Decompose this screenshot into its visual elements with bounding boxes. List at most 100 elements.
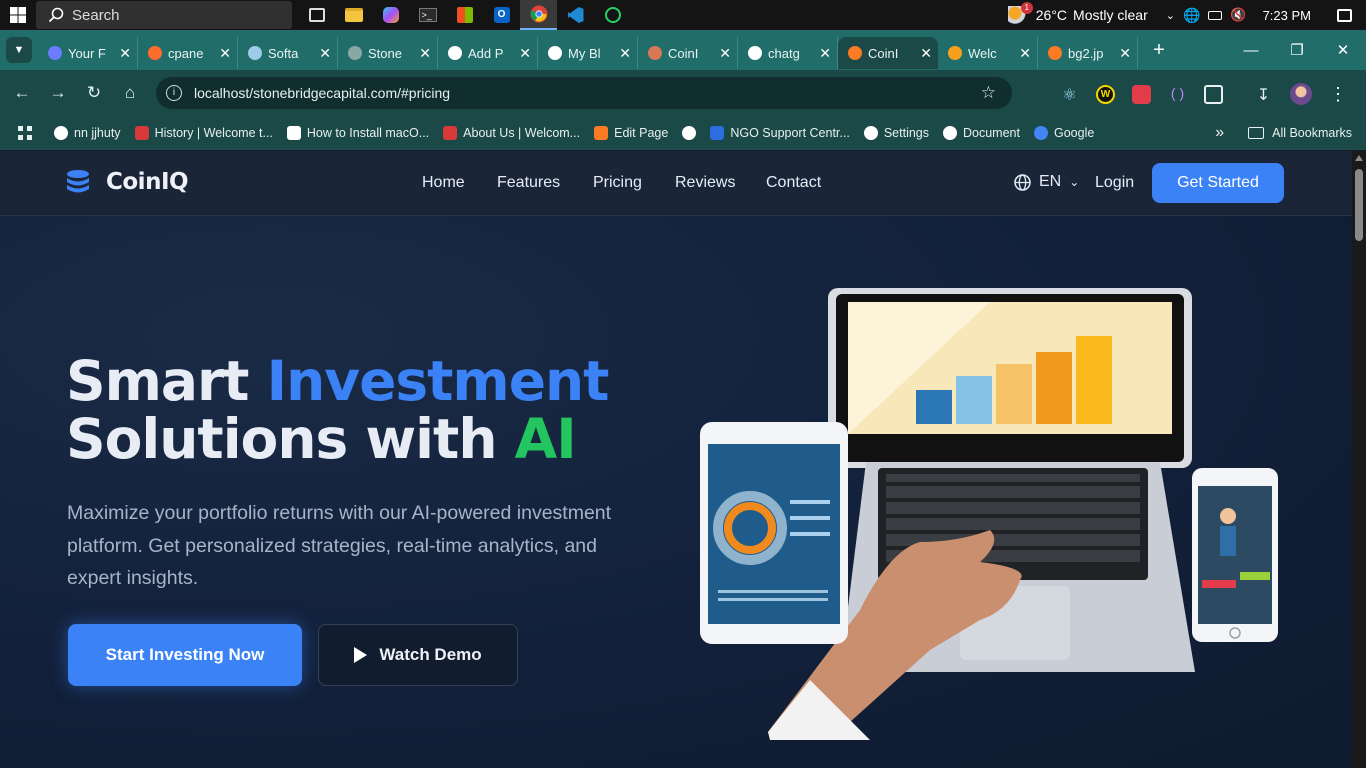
copilot-icon — [382, 7, 399, 23]
terminal-button[interactable]: >_ — [409, 0, 446, 30]
home-button[interactable]: ⌂ — [112, 75, 148, 111]
browser-tab[interactable]: bg2.jp ✕ — [1038, 37, 1138, 69]
watch-demo-button[interactable]: Watch Demo — [318, 624, 518, 686]
bookmark-item[interactable]: Document — [943, 125, 1020, 140]
react-devtools-icon[interactable]: ⚛ — [1060, 85, 1079, 104]
forward-button[interactable]: → — [40, 75, 76, 111]
close-tab-icon[interactable]: ✕ — [419, 45, 431, 62]
bookmark-item[interactable]: Edit Page — [594, 125, 668, 140]
profile-avatar[interactable] — [1290, 83, 1312, 105]
close-tab-icon[interactable]: ✕ — [819, 45, 831, 62]
site-logo[interactable]: CoinIQ — [66, 169, 189, 195]
nav-pricing[interactable]: Pricing — [593, 174, 642, 192]
nav-reviews[interactable]: Reviews — [675, 174, 735, 192]
browser-menu-icon[interactable]: ⋮ — [1329, 85, 1347, 103]
minimize-button[interactable]: — — [1228, 42, 1274, 59]
browser-tab[interactable]: My Bl ✕ — [538, 37, 638, 69]
browser-tab-strip: ▼ Your F ✕ cpane ✕ Softa ✕ Stone ✕ Add P ✕ My Bl ✕ C… — [0, 30, 1366, 70]
login-link[interactable]: Login — [1095, 174, 1134, 192]
language-label: EN — [1039, 173, 1062, 190]
close-tab-icon[interactable]: ✕ — [920, 45, 932, 62]
windows-start-button[interactable] — [0, 0, 36, 30]
task-view-button[interactable] — [298, 0, 335, 30]
file-explorer-button[interactable] — [335, 0, 372, 30]
browser-tab[interactable]: Softa ✕ — [238, 37, 338, 69]
volume-muted-icon[interactable]: 🔇 — [1230, 7, 1246, 23]
reload-button[interactable]: ↻ — [76, 75, 112, 111]
scroll-up-arrow-icon[interactable] — [1355, 155, 1363, 161]
browser-tab[interactable]: chatg ✕ — [738, 37, 838, 69]
nav-features[interactable]: Features — [497, 174, 560, 192]
bookmark-item[interactable] — [682, 125, 697, 140]
all-bookmarks-label[interactable]: All Bookmarks — [1272, 126, 1352, 140]
maximize-button[interactable]: ❐ — [1274, 41, 1320, 59]
browser-tab[interactable]: Your F ✕ — [38, 37, 138, 69]
notifications-icon[interactable] — [1337, 8, 1352, 22]
bookmark-item[interactable]: How to Install macO... — [286, 125, 429, 140]
outlook-button[interactable]: O — [483, 0, 520, 30]
close-tab-icon[interactable]: ✕ — [119, 45, 131, 62]
bookmark-item[interactable]: nn jjhuty — [54, 125, 121, 140]
get-started-button[interactable]: Get Started — [1152, 163, 1284, 203]
bookmark-item[interactable]: NGO Support Centr... — [710, 125, 850, 140]
url-text[interactable]: localhost/stonebridgecapital.com/#pricin… — [194, 85, 450, 101]
clock[interactable]: 7:23 PM — [1263, 8, 1311, 23]
taskbar-search[interactable]: Search — [36, 1, 292, 29]
site-info-icon[interactable]: i — [166, 85, 182, 101]
tab-title: My Bl — [568, 45, 601, 61]
play-icon — [354, 647, 368, 663]
scrollbar-thumb[interactable] — [1355, 169, 1363, 241]
close-tab-icon[interactable]: ✕ — [519, 45, 531, 62]
download-icon[interactable]: ↧ — [1254, 85, 1273, 104]
browser-tab[interactable]: Welc ✕ — [938, 37, 1038, 69]
tray-chevron-icon[interactable]: ⌄ — [1166, 9, 1175, 22]
bookmark-item[interactable]: Google — [1033, 125, 1094, 140]
extension-purple-icon[interactable]: ( ) — [1168, 85, 1187, 104]
new-tab-button[interactable]: + — [1144, 39, 1174, 62]
bookmark-item[interactable]: History | Welcome t... — [134, 125, 273, 140]
weather-icon[interactable]: 1 — [1007, 2, 1033, 24]
back-button[interactable]: ← — [4, 75, 40, 111]
watch-demo-label: Watch Demo — [379, 645, 482, 664]
address-bar[interactable]: i localhost/stonebridgecapital.com/#pric… — [156, 77, 1012, 109]
bookmark-item[interactable]: Settings — [863, 125, 929, 140]
store-button[interactable] — [446, 0, 483, 30]
site-logo-text: CoinIQ — [106, 169, 189, 195]
whatsapp-button[interactable] — [594, 0, 631, 30]
start-investing-button[interactable]: Start Investing Now — [68, 624, 302, 686]
wappalyzer-icon[interactable]: W — [1096, 84, 1115, 104]
close-tab-icon[interactable]: ✕ — [1019, 45, 1031, 62]
close-tab-icon[interactable]: ✕ — [219, 45, 231, 62]
bookmark-label: nn jjhuty — [74, 125, 121, 140]
battery-icon[interactable] — [1208, 10, 1223, 20]
language-selector[interactable]: EN ⌄ — [1014, 173, 1079, 191]
bookmark-item[interactable]: About Us | Welcom... — [443, 125, 580, 140]
close-window-button[interactable]: ✕ — [1320, 41, 1366, 59]
apps-grid-icon[interactable] — [18, 125, 32, 140]
xampp-icon — [594, 125, 609, 140]
browser-tab[interactable]: CoinI ✕ — [638, 37, 738, 69]
nav-contact[interactable]: Contact — [766, 174, 821, 192]
chrome-button[interactable] — [520, 0, 557, 30]
close-tab-icon[interactable]: ✕ — [1119, 45, 1131, 62]
moodle-icon — [948, 46, 962, 60]
close-tab-icon[interactable]: ✕ — [319, 45, 331, 62]
scrollbar[interactable] — [1352, 151, 1366, 768]
browser-tab[interactable]: CoinI ✕ — [838, 37, 938, 69]
all-bookmarks-folder-icon[interactable] — [1248, 126, 1265, 139]
copilot-button[interactable] — [372, 0, 409, 30]
vscode-button[interactable] — [557, 0, 594, 30]
browser-tab[interactable]: Stone ✕ — [338, 37, 438, 69]
close-tab-icon[interactable]: ✕ — [619, 45, 631, 62]
browser-tab[interactable]: Add P ✕ — [438, 37, 538, 69]
browser-tab[interactable]: cpane ✕ — [138, 37, 238, 69]
tab-search-button[interactable]: ▼ — [6, 37, 32, 63]
wordpress-icon — [448, 46, 462, 60]
extensions-puzzle-icon[interactable] — [1204, 84, 1223, 104]
bookmark-star-icon[interactable]: ☆ — [981, 83, 996, 103]
language-globe-icon[interactable]: 🌐 — [1183, 7, 1200, 24]
extension-red-icon[interactable] — [1132, 84, 1151, 104]
close-tab-icon[interactable]: ✕ — [719, 45, 731, 62]
nav-home[interactable]: Home — [422, 174, 465, 192]
bookmarks-overflow-button[interactable]: » — [1215, 124, 1224, 142]
